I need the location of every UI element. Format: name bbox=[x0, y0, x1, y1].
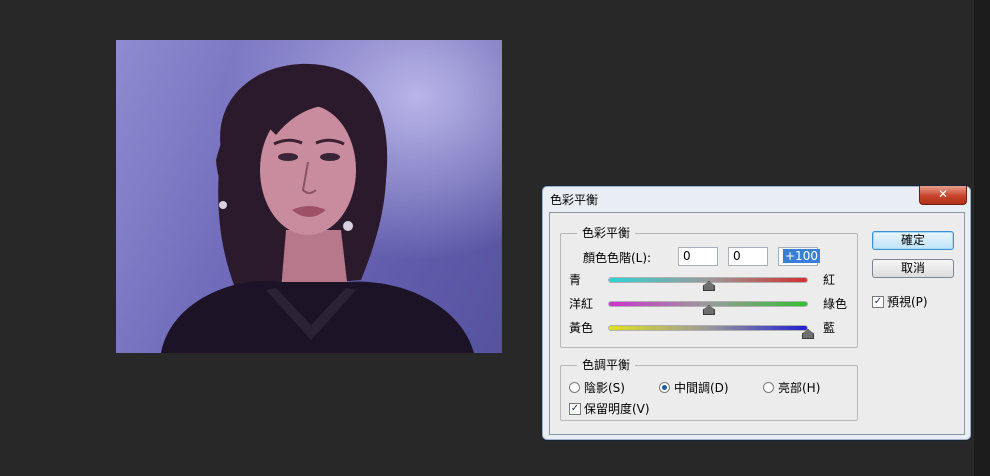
color-balance-group-label: 色彩平衡 bbox=[577, 225, 636, 241]
radio-icon bbox=[763, 382, 774, 393]
dialog-body: 色彩平衡 顏色色階(L): 0 0 +100 青 紅 洋紅 綠色 黃色 藍 色調… bbox=[549, 212, 965, 435]
midtones-radio[interactable]: 中間調(D) bbox=[659, 379, 729, 396]
image-canvas[interactable] bbox=[116, 40, 502, 353]
yellow-blue-slider[interactable] bbox=[609, 326, 807, 330]
magenta-green-slider[interactable] bbox=[609, 302, 807, 306]
level-magenta-green-input[interactable]: 0 bbox=[728, 247, 768, 266]
cyan-label: 青 bbox=[569, 273, 582, 287]
level-cyan-red-input[interactable]: 0 bbox=[678, 247, 718, 266]
cancel-button[interactable]: 取消 bbox=[872, 259, 954, 278]
dialog-title: 色彩平衡 bbox=[550, 193, 599, 207]
magenta-label: 洋紅 bbox=[569, 297, 594, 311]
magenta-green-slider-handle[interactable] bbox=[703, 305, 715, 315]
cyan-red-slider[interactable] bbox=[609, 278, 807, 282]
red-label: 紅 bbox=[823, 273, 836, 287]
color-balance-dialog: 色彩平衡 ✕ 色彩平衡 顏色色階(L): 0 0 +100 青 紅 洋紅 綠色 … bbox=[541, 185, 972, 441]
checkmark-icon: ✓ bbox=[872, 295, 884, 308]
tone-balance-group: 色調平衡 陰影(S) 中間調(D) 亮部(H) ✓ 保留明度(V) bbox=[560, 357, 858, 421]
close-button[interactable]: ✕ bbox=[919, 186, 967, 205]
color-balance-group: 色彩平衡 顏色色階(L): 0 0 +100 青 紅 洋紅 綠色 黃色 藍 bbox=[560, 225, 858, 348]
green-label: 綠色 bbox=[823, 297, 848, 311]
color-levels-label: 顏色色階(L): bbox=[583, 251, 652, 265]
tone-balance-group-label: 色調平衡 bbox=[577, 357, 636, 373]
shadows-radio[interactable]: 陰影(S) bbox=[569, 379, 625, 396]
yellow-blue-slider-handle[interactable] bbox=[802, 329, 814, 339]
portrait-photo bbox=[161, 63, 474, 353]
checkmark-icon: ✓ bbox=[569, 402, 581, 415]
workspace-edge bbox=[974, 0, 990, 476]
highlights-radio[interactable]: 亮部(H) bbox=[763, 379, 820, 396]
yellow-label: 黃色 bbox=[569, 321, 594, 335]
blue-label: 藍 bbox=[823, 321, 836, 335]
close-icon: ✕ bbox=[937, 187, 949, 201]
cyan-red-slider-handle[interactable] bbox=[703, 281, 715, 291]
ok-button[interactable]: 確定 bbox=[872, 231, 954, 250]
radio-icon bbox=[569, 382, 580, 393]
radio-selected-icon bbox=[659, 382, 670, 393]
level-yellow-blue-input[interactable]: +100 bbox=[778, 247, 820, 266]
preview-checkbox[interactable]: ✓ 預視(P) bbox=[872, 293, 928, 310]
dialog-titlebar[interactable]: 色彩平衡 ✕ bbox=[542, 186, 971, 212]
preserve-luminosity-checkbox[interactable]: ✓ 保留明度(V) bbox=[569, 400, 650, 417]
